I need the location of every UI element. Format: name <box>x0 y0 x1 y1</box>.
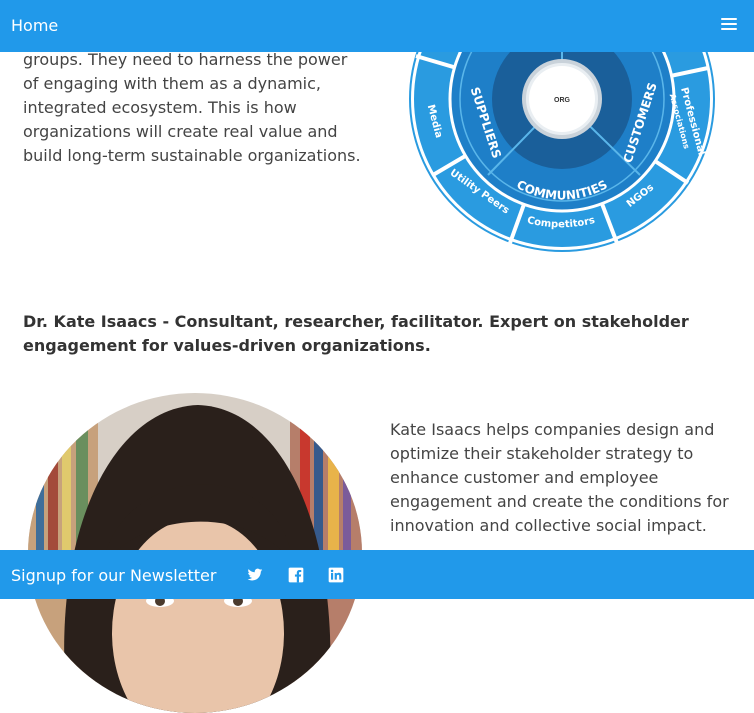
intro-text: groups. They need to harness the power o… <box>23 50 361 165</box>
footer-bar: Signup for our Newsletter <box>0 550 754 599</box>
menu-icon[interactable] <box>721 18 737 32</box>
linkedin-icon[interactable] <box>328 567 344 583</box>
top-navbar: Home <box>0 0 754 52</box>
bio-heading: Dr. Kate Isaacs - Consultant, researcher… <box>23 312 689 355</box>
home-link[interactable]: Home <box>11 16 58 35</box>
intro-paragraph: groups. They need to harness the power o… <box>23 48 363 168</box>
newsletter-signup-link[interactable]: Signup for our Newsletter <box>11 566 216 585</box>
stakeholder-wheel: ORG SUPPLIERS COMMUNITIES CUSTOMERS Medi… <box>409 22 715 252</box>
twitter-icon[interactable] <box>247 567 263 583</box>
wheel-center-label: ORG <box>554 97 571 104</box>
facebook-icon[interactable] <box>288 567 304 583</box>
bio-text: Kate Isaacs helps companies design and o… <box>390 420 729 535</box>
